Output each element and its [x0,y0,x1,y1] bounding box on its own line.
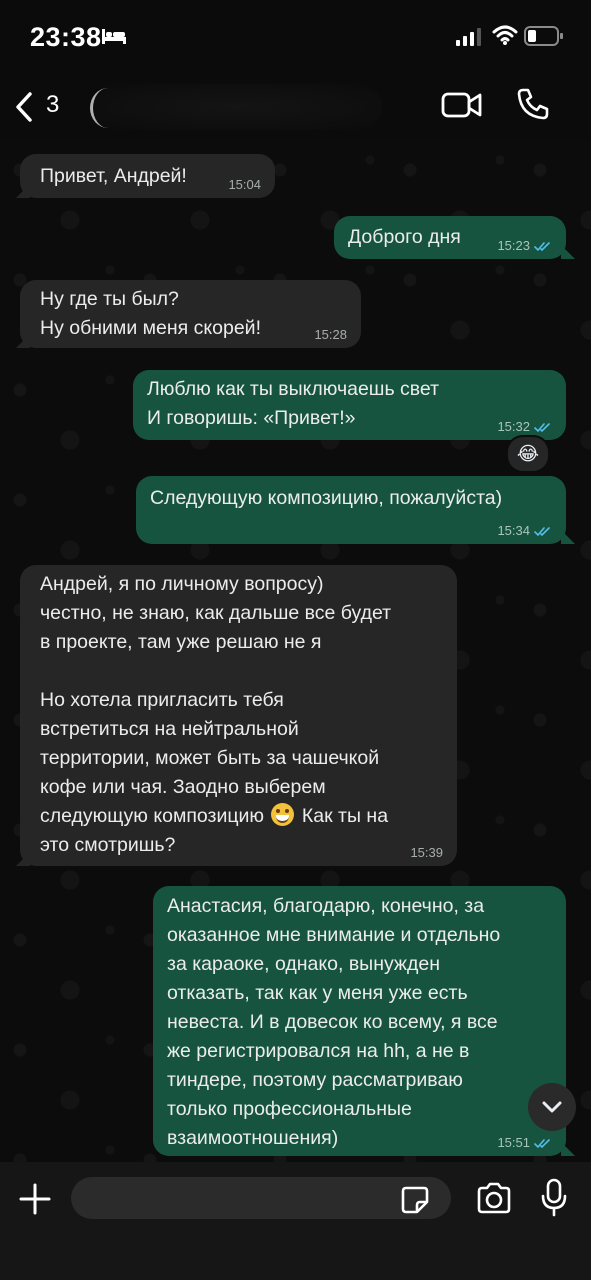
message-incoming[interactable]: Привет, Андрей! 15:04 [20,154,275,198]
message-time: 15:32 [497,419,530,434]
message-input[interactable] [71,1177,451,1219]
message-text: Андрей, я по личному вопросу) честно, не… [40,570,437,860]
message-text: Анастасия, благодарю, конечно, за оказан… [167,895,501,1149]
signal-icon [456,28,481,46]
message-meta: 15:23 [497,239,552,253]
chevron-down-icon [542,1101,562,1113]
unread-count[interactable]: 3 [46,91,59,119]
message-text-part: Андрей, я по личному вопросу) честно, не… [40,573,392,827]
message-meta: 15:34 [497,524,552,538]
message-incoming[interactable]: Андрей, я по личному вопросу) честно, не… [20,565,457,866]
message-text: Следующую композицию, пожалуйста) [150,487,503,509]
message-outgoing[interactable]: Люблю как ты выключаешь свет И говоришь:… [133,370,566,440]
status-time: 23:38 [30,22,102,52]
battery-icon [524,26,563,46]
message-incoming[interactable]: Ну где ты был? Ну обними меня скорей! 15… [20,280,361,348]
message-text: Люблю как ты выключаешь свет И говоришь:… [147,378,440,429]
message-text: Привет, Андрей! [40,165,187,187]
message-reaction[interactable]: 😂 [506,435,550,473]
avatar[interactable] [90,88,126,128]
read-ticks-icon [534,1138,550,1148]
sticker-icon[interactable] [400,1185,430,1215]
message-composer [0,1162,591,1280]
message-time: 15:34 [497,523,530,538]
back-icon[interactable] [12,90,36,124]
message-time: 15:23 [497,238,530,253]
plus-icon[interactable] [18,1182,52,1216]
bubble-tail [561,245,575,259]
message-meta: 15:51 [497,1136,552,1150]
scroll-to-bottom-button[interactable] [528,1083,576,1131]
message-time: 15:28 [314,327,347,342]
bubble-tail [561,530,575,544]
reaction-emoji: 😂 [516,443,540,465]
message-time: 15:39 [410,845,443,860]
message-meta: 15:28 [314,328,347,342]
message-time: 15:04 [228,177,261,192]
microphone-icon[interactable] [540,1178,568,1218]
read-ticks-icon [534,526,550,536]
phone-call-icon[interactable] [515,86,551,122]
contact-info[interactable] [92,84,382,130]
status-bar: 23:38 [0,0,591,78]
message-meta: 15:04 [228,178,261,192]
camera-icon[interactable] [475,1182,513,1214]
message-meta: 15:39 [410,846,443,860]
chat-area[interactable]: Привет, Андрей! 15:04 Доброго дня 15:23 … [0,140,591,1162]
message-outgoing[interactable]: Доброго дня 15:23 [334,216,566,259]
message-meta: 15:32 [497,420,552,434]
message-outgoing[interactable]: Следующую композицию, пожалуйста) 15:34 [136,476,566,544]
message-time: 15:51 [497,1135,530,1150]
grinning-emoji-icon [271,803,295,826]
chat-header: 3 [0,78,591,140]
read-ticks-icon [534,422,550,432]
bubble-tail [561,1142,575,1156]
read-ticks-icon [534,241,550,251]
message-outgoing[interactable]: Анастасия, благодарю, конечно, за оказан… [153,886,566,1156]
bed-icon [102,29,126,44]
message-text: Ну где ты был? Ну обними меня скорей! [40,288,261,339]
video-call-icon[interactable] [441,90,483,120]
wifi-icon [492,25,518,45]
